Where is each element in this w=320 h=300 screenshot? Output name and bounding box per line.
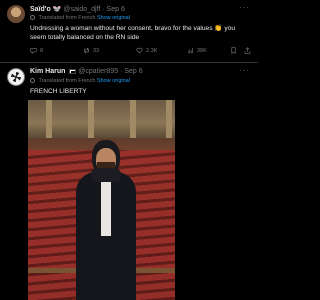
- tweet-text: FRENCH LIBERTY: [30, 88, 87, 95]
- action-bar: 8 33 2.3K 38K: [30, 47, 252, 56]
- retweet-button[interactable]: 33: [83, 47, 99, 54]
- more-options-icon[interactable]: ···: [239, 66, 250, 75]
- like-button[interactable]: 2.3K: [136, 47, 157, 54]
- image-shirt: [101, 176, 111, 236]
- post-date[interactable]: Sep 6: [107, 6, 125, 13]
- like-count: 2.3K: [146, 47, 158, 54]
- image-column: [88, 100, 94, 138]
- separator-dot: ·: [120, 68, 123, 75]
- flower-icon: [11, 72, 21, 82]
- avatar[interactable]: [7, 5, 25, 23]
- tweet[interactable]: Saïd'o 🐭 @saido_djff · Sep 6 ··· Transla…: [0, 0, 258, 62]
- retweet-count: 33: [93, 47, 100, 54]
- retweet-icon: [84, 47, 89, 54]
- author-name[interactable]: Saïd'o 🐭: [30, 6, 61, 13]
- author-handle[interactable]: @saido_djff: [63, 6, 100, 13]
- separator-dot: ·: [102, 6, 105, 13]
- bookmark-button[interactable]: [230, 47, 237, 54]
- show-original-link[interactable]: Show original: [97, 15, 130, 21]
- tweet-media-image[interactable]: [28, 100, 175, 300]
- avatar[interactable]: [7, 68, 25, 86]
- share-icon: [244, 47, 251, 54]
- image-scarf: [91, 168, 121, 182]
- author-name[interactable]: Kim Harun: [30, 68, 65, 75]
- reply-icon: [30, 48, 37, 54]
- author-handle[interactable]: @cpatier895: [78, 68, 118, 75]
- views-icon: [188, 47, 193, 54]
- tweet-header: Kim Harun @cpatier895 · Sep 6: [30, 68, 143, 75]
- tweet-header: Saïd'o 🐭 @saido_djff · Sep 6: [30, 5, 125, 13]
- image-column: [46, 100, 52, 138]
- translation-notice: Translated from French Show original: [30, 15, 130, 21]
- globe-icon: [30, 78, 35, 83]
- image-column: [130, 100, 136, 138]
- image-column: [166, 100, 172, 138]
- translated-label: Translated from French: [38, 15, 96, 21]
- globe-icon: [30, 15, 35, 20]
- flag-icon: [69, 68, 77, 74]
- reply-button[interactable]: 8: [30, 47, 43, 54]
- translated-label: Translated from French: [38, 78, 96, 84]
- post-date[interactable]: Sep 6: [124, 68, 142, 75]
- tweet-text: Undressing a woman without her consent, …: [30, 25, 236, 41]
- views-button[interactable]: 38K: [187, 47, 207, 54]
- show-original-link[interactable]: Show original: [97, 78, 130, 84]
- share-button[interactable]: [244, 47, 251, 54]
- heart-icon: [136, 47, 143, 54]
- reply-count: 8: [40, 47, 44, 54]
- translation-notice: Translated from French Show original: [30, 78, 130, 84]
- bookmark-icon: [231, 47, 236, 54]
- more-options-icon[interactable]: ···: [239, 3, 250, 12]
- views-count: 38K: [197, 47, 207, 54]
